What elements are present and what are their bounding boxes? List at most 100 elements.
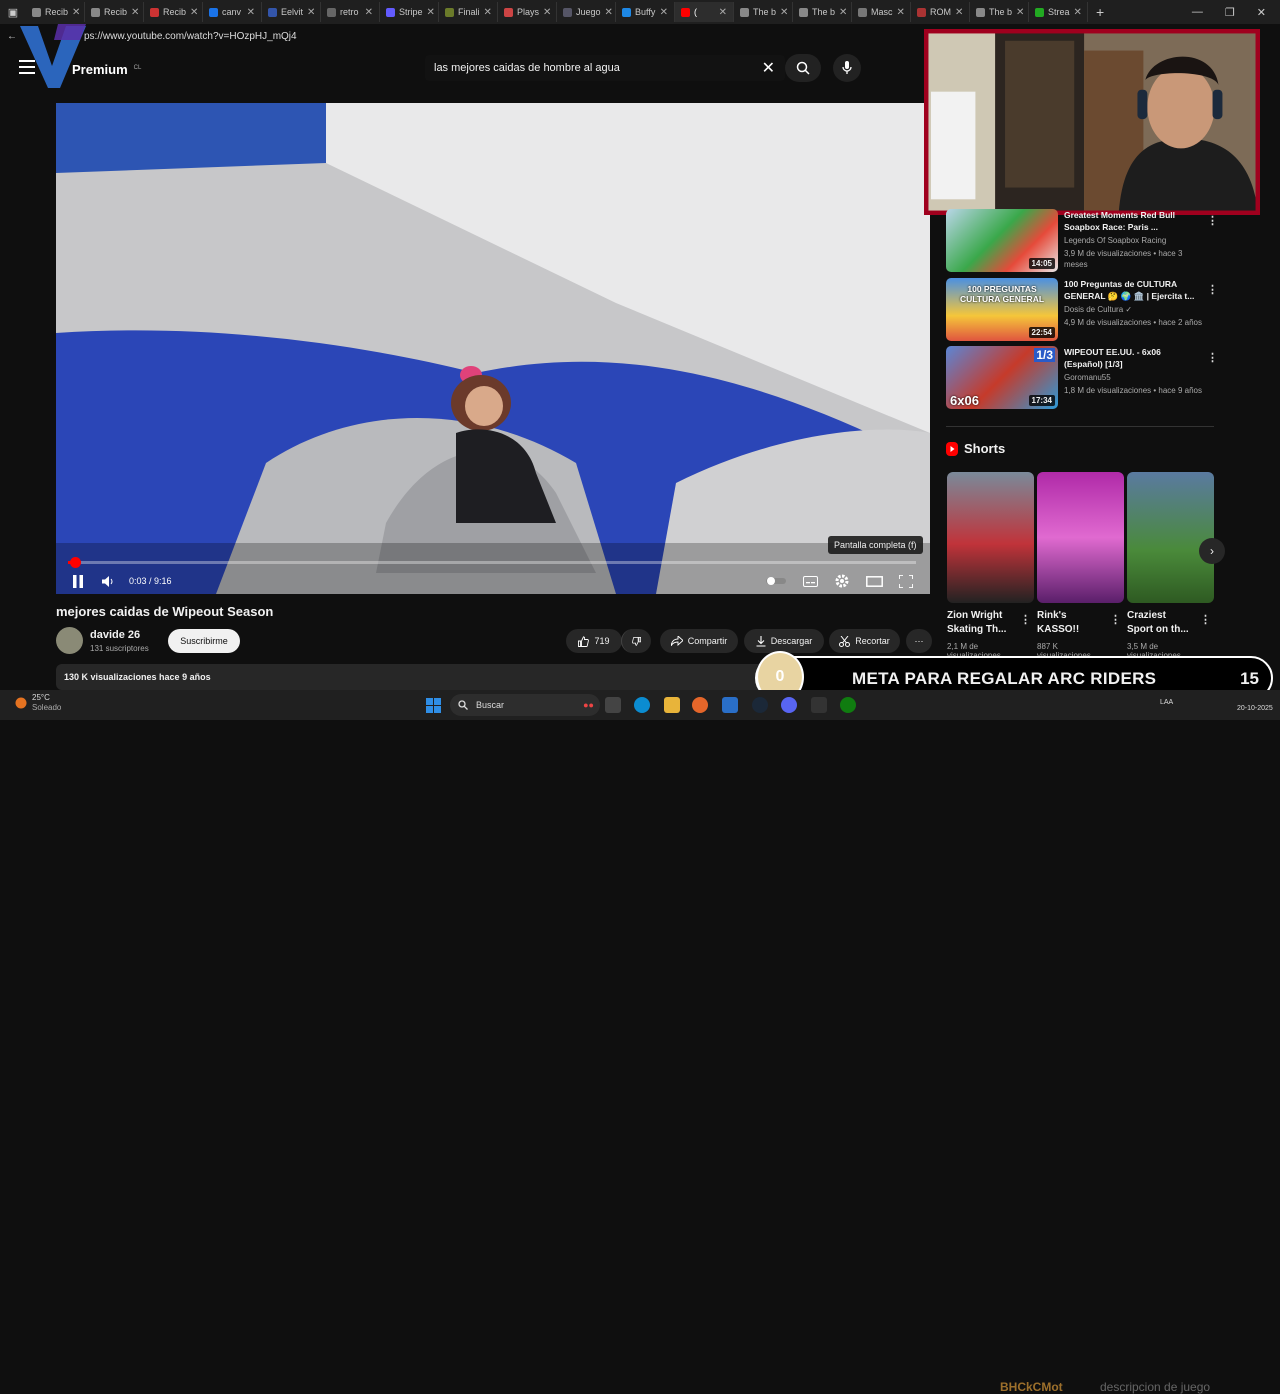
edge-icon[interactable] bbox=[634, 697, 650, 713]
browser-tab[interactable]: (✕ bbox=[675, 2, 734, 22]
video-title-line2[interactable]: (Español) [1/3] bbox=[1064, 358, 1204, 370]
search-button[interactable] bbox=[785, 54, 821, 82]
browser-tab[interactable]: The b ✕ bbox=[734, 2, 793, 22]
download-button[interactable]: Descargar bbox=[744, 629, 824, 653]
store-icon[interactable] bbox=[722, 697, 738, 713]
close-tab-icon[interactable]: ✕ bbox=[1074, 7, 1082, 18]
weather-widget[interactable]: 25°C Soleado bbox=[14, 693, 61, 713]
recommended-video[interactable]: 100 PREGUNTAS CULTURA GENERAL 22:54 100 Pr… bbox=[946, 278, 1204, 341]
share-button[interactable]: Compartir bbox=[660, 629, 738, 653]
close-tab-icon[interactable]: ✕ bbox=[839, 7, 847, 18]
restore-icon[interactable]: ❐ bbox=[1225, 6, 1235, 19]
browser-tab[interactable]: Stripe ✕ bbox=[380, 2, 439, 22]
pause-button[interactable] bbox=[72, 574, 84, 588]
browser-tab[interactable]: Plays ✕ bbox=[498, 2, 557, 22]
video-title-line2[interactable]: Soapbox Race: Paris ... bbox=[1064, 221, 1204, 233]
close-tab-icon[interactable]: ✕ bbox=[190, 7, 198, 18]
short-title[interactable]: Zion Wright Skating Th... bbox=[947, 609, 1022, 637]
close-tab-icon[interactable]: ✕ bbox=[719, 7, 727, 18]
browser-tab[interactable]: Recib ✕ bbox=[144, 2, 203, 22]
short-title[interactable]: Rink's KASSO!! bbox=[1037, 609, 1112, 637]
task-view-icon[interactable] bbox=[605, 697, 621, 713]
browser-tab[interactable]: canv ✕ bbox=[203, 2, 262, 22]
close-tab-icon[interactable]: ✕ bbox=[543, 7, 551, 18]
settings-button[interactable] bbox=[835, 574, 849, 588]
like-button[interactable]: 719 bbox=[566, 629, 622, 653]
browser-tab[interactable]: The b ✕ bbox=[970, 2, 1029, 22]
close-tab-icon[interactable]: ✕ bbox=[427, 7, 435, 18]
dislike-button[interactable] bbox=[621, 629, 651, 653]
browser-tab[interactable]: The b ✕ bbox=[793, 2, 852, 22]
windows-start-icon[interactable] bbox=[426, 698, 441, 713]
menu-icon[interactable] bbox=[19, 60, 35, 74]
autoplay-toggle[interactable] bbox=[766, 576, 786, 586]
file-explorer-icon[interactable] bbox=[664, 697, 680, 713]
clip-button[interactable]: Recortar bbox=[829, 629, 900, 653]
date-display[interactable]: 20-10-2025 bbox=[1237, 705, 1273, 712]
close-tab-icon[interactable]: ✕ bbox=[365, 7, 373, 18]
recommended-video[interactable]: 14:05 Greatest Moments Red Bull Soapbox Ra… bbox=[946, 209, 1204, 272]
mute-button[interactable] bbox=[102, 575, 114, 587]
close-tab-icon[interactable]: ✕ bbox=[131, 7, 139, 18]
steam-icon[interactable] bbox=[752, 697, 768, 713]
language-indicator[interactable]: LAA bbox=[1160, 699, 1173, 706]
app-icon[interactable] bbox=[811, 697, 827, 713]
browser-tab[interactable]: Finali ✕ bbox=[439, 2, 498, 22]
shorts-next-button[interactable]: › bbox=[1199, 538, 1225, 564]
browser-tab[interactable]: Eelvit ✕ bbox=[262, 2, 321, 22]
short-thumbnail[interactable] bbox=[947, 472, 1034, 603]
progress-bar[interactable] bbox=[68, 557, 916, 568]
video-title-line1[interactable]: 100 Preguntas de CULTURA bbox=[1064, 278, 1204, 290]
discord-icon[interactable] bbox=[781, 697, 797, 713]
channel-avatar[interactable] bbox=[56, 627, 83, 654]
short-title[interactable]: Craziest Sport on th... bbox=[1127, 609, 1202, 637]
browser-tab[interactable]: ROM ✕ bbox=[911, 2, 970, 22]
browser-tab[interactable]: Buffy ✕ bbox=[616, 2, 675, 22]
video-thumbnail[interactable]: 14:05 bbox=[946, 209, 1058, 272]
close-window-icon[interactable]: ✕ bbox=[1257, 6, 1266, 19]
voice-search-button[interactable] bbox=[833, 54, 861, 82]
more-options-icon[interactable]: ⋮ bbox=[1110, 613, 1121, 626]
url-text[interactable]: ps://www.youtube.com/watch?v=HOzpHJ_mQj4 bbox=[84, 31, 297, 42]
minimize-icon[interactable]: — bbox=[1192, 6, 1203, 19]
video-player[interactable]: Pantalla completa (f) 0:03 / 9:16 bbox=[56, 103, 930, 594]
video-title-line1[interactable]: Greatest Moments Red Bull bbox=[1064, 209, 1204, 221]
video-channel[interactable]: Legends Of Soapbox Racing bbox=[1064, 235, 1204, 246]
short-thumbnail[interactable] bbox=[1127, 472, 1214, 603]
video-title-line1[interactable]: WIPEOUT EE.UU. - 6x06 bbox=[1064, 346, 1204, 358]
video-channel[interactable]: Dosis de Cultura ✓ bbox=[1064, 304, 1204, 315]
clear-search-icon[interactable]: ✕ bbox=[762, 58, 775, 78]
channel-name[interactable]: davide 26 bbox=[90, 629, 140, 641]
firefox-icon[interactable] bbox=[692, 697, 708, 713]
search-input[interactable]: las mejores caidas de hombre al agua ✕ bbox=[425, 55, 785, 81]
more-options-icon[interactable]: ⋮ bbox=[1207, 214, 1218, 227]
browser-tab[interactable]: Juego ✕ bbox=[557, 2, 616, 22]
video-thumbnail[interactable]: 100 PREGUNTAS CULTURA GENERAL 22:54 bbox=[946, 278, 1058, 341]
more-actions-button[interactable]: ⋯ bbox=[906, 629, 932, 653]
theater-mode-button[interactable] bbox=[866, 575, 883, 587]
browser-tab[interactable]: Recib ✕ bbox=[26, 2, 85, 22]
new-tab-icon[interactable]: + bbox=[1088, 4, 1112, 20]
close-tab-icon[interactable]: ✕ bbox=[605, 7, 613, 18]
subscribe-button[interactable]: Suscribirme bbox=[168, 629, 240, 653]
browser-tab[interactable]: Recib ✕ bbox=[85, 2, 144, 22]
video-channel[interactable]: Goromanu55 bbox=[1064, 372, 1204, 383]
more-options-icon[interactable]: ⋮ bbox=[1200, 613, 1211, 626]
close-tab-icon[interactable]: ✕ bbox=[897, 7, 905, 18]
close-tab-icon[interactable]: ✕ bbox=[484, 7, 492, 18]
browser-tab[interactable]: Strea ✕ bbox=[1029, 2, 1088, 22]
scrubber-handle[interactable] bbox=[69, 557, 81, 568]
xbox-icon[interactable] bbox=[840, 697, 856, 713]
close-tab-icon[interactable]: ✕ bbox=[955, 7, 963, 18]
more-options-icon[interactable]: ⋮ bbox=[1207, 351, 1218, 364]
close-tab-icon[interactable]: ✕ bbox=[660, 7, 668, 18]
close-tab-icon[interactable]: ✕ bbox=[247, 7, 255, 18]
browser-tab[interactable]: retro ✕ bbox=[321, 2, 380, 22]
more-options-icon[interactable]: ⋮ bbox=[1020, 613, 1031, 626]
taskbar-search[interactable]: Buscar ●● bbox=[450, 694, 600, 716]
subtitles-button[interactable] bbox=[803, 575, 818, 587]
tab-actions-icon[interactable]: ▣ bbox=[0, 0, 26, 24]
video-thumbnail[interactable]: 6x06 1/3 17:34 bbox=[946, 346, 1058, 409]
more-options-icon[interactable]: ⋮ bbox=[1207, 283, 1218, 296]
close-tab-icon[interactable]: ✕ bbox=[780, 7, 788, 18]
